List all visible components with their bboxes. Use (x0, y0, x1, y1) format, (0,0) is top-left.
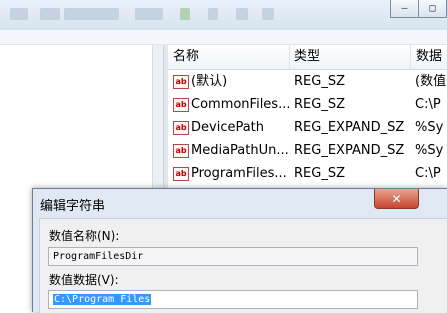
blurred-toolbar-icon (10, 8, 28, 20)
dialog-title: 编辑字符串 (40, 199, 106, 214)
value-data-label: 数值数据(V): (49, 273, 119, 287)
value-data: C:\P (415, 97, 441, 112)
value-name: (默认) (191, 74, 228, 89)
blurred-toolbar-icon (135, 8, 163, 20)
string-value-icon: ab (173, 74, 189, 89)
value-type: REG_SZ (294, 74, 345, 89)
string-value-icon: ab (173, 97, 189, 112)
value-type: REG_EXPAND_SZ (294, 120, 405, 135)
column-header-name[interactable]: 名称 (168, 45, 290, 69)
value-type: REG_SZ (294, 166, 345, 181)
blurred-toolbar-button (64, 8, 119, 20)
blurred-toolbar-icon (180, 8, 190, 20)
string-value-icon: ab (173, 143, 189, 158)
blurred-toolbar-icon (262, 8, 274, 20)
list-item[interactable]: ab DevicePath REG_EXPAND_SZ %Sy (168, 116, 447, 139)
list-item[interactable]: ab ProgramFiles... REG_SZ C:\P (168, 162, 447, 185)
list-item[interactable]: ab MediaPathUn... REG_EXPAND_SZ %Sy (168, 139, 447, 162)
value-type: REG_EXPAND_SZ (294, 143, 405, 158)
column-header-type[interactable]: 类型 (289, 45, 411, 69)
string-value-icon: ab (173, 166, 189, 181)
tree-scrollbar[interactable] (152, 45, 163, 195)
minimize-button[interactable]: — (390, 0, 419, 18)
value-name: CommonFiles... (191, 97, 289, 112)
value-name-field[interactable]: ProgramFilesDir (48, 247, 418, 266)
blurred-toolbar-icon (40, 8, 60, 20)
list-item[interactable]: ab (默认) REG_SZ (数值 (168, 70, 447, 93)
value-data: C:\P (415, 166, 441, 181)
value-name: MediaPathUn... (191, 143, 289, 158)
toolbar: — □ (0, 0, 447, 31)
edit-string-dialog: 编辑字符串 ✕ 数值名称(N): ProgramFilesDir 数值数据(V)… (32, 188, 447, 313)
dialog-body: 数值名称(N): ProgramFilesDir 数值数据(V): C:\Pro… (39, 218, 447, 313)
value-data-field[interactable]: C:\Program Files (48, 290, 418, 309)
value-name: ProgramFiles... (191, 166, 287, 181)
blurred-toolbar-icon (236, 8, 248, 20)
value-data: (数值 (415, 74, 447, 89)
string-value-icon: ab (173, 120, 189, 135)
blurred-toolbar-icon (208, 8, 218, 20)
list-header: 名称 类型 数据 (168, 45, 447, 70)
value-name: DevicePath (191, 120, 265, 135)
column-header-data[interactable]: 数据 (411, 45, 447, 69)
value-data: %Sy (415, 143, 444, 158)
value-type: REG_SZ (294, 97, 345, 112)
close-button[interactable]: ✕ (374, 189, 419, 209)
value-name-label: 数值名称(N): (49, 229, 120, 243)
window-controls: — □ (390, 0, 447, 18)
selected-text: C:\Program Files (53, 294, 152, 305)
address-strip (0, 30, 447, 45)
list-item[interactable]: ab CommonFiles... REG_SZ C:\P (168, 93, 447, 116)
value-data: %Sy (415, 120, 444, 135)
restore-button[interactable]: □ (419, 0, 447, 18)
